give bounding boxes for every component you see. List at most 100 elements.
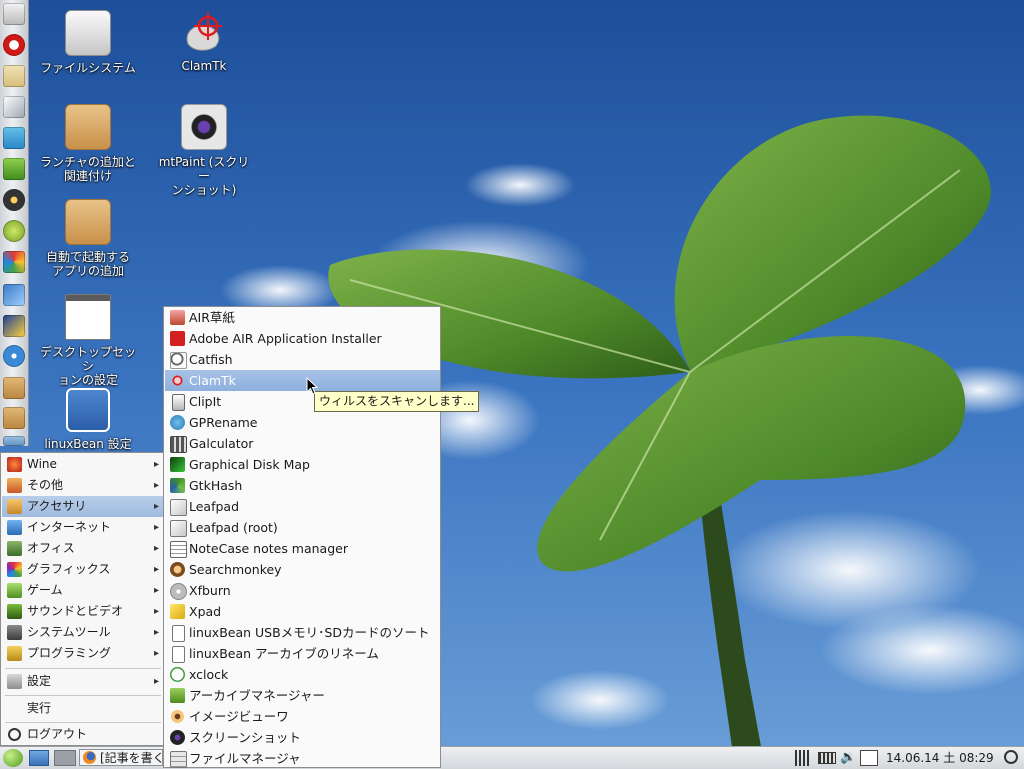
power-icon — [8, 728, 21, 741]
desktop-icon-clamtk[interactable]: ClamTk — [154, 10, 254, 73]
menu-item-run[interactable]: 実行 — [2, 698, 163, 719]
submenu-item-gprename[interactable]: GPRename — [165, 412, 440, 433]
chevron-right-icon: ▸ — [153, 585, 159, 596]
mail-icon[interactable] — [3, 65, 25, 87]
desktop-icon-mtpaint[interactable]: mtPaint (スクリー ンショット) — [154, 104, 254, 197]
submenu-item-gtkhash[interactable]: GtkHash — [165, 475, 440, 496]
menu-item-office[interactable]: オフィス ▸ — [2, 538, 163, 559]
search-icon[interactable] — [1004, 750, 1018, 764]
submenu-item-galculator[interactable]: Galculator — [165, 433, 440, 454]
paint-palette-icon[interactable] — [3, 251, 25, 273]
package-install-icon[interactable] — [3, 407, 25, 429]
graphics-icon — [7, 562, 22, 577]
sound-video-icon — [7, 604, 22, 619]
menu-separator — [5, 722, 161, 723]
wine-icon — [7, 457, 22, 472]
notes-icon[interactable] — [860, 750, 878, 766]
camera-lens-icon — [170, 730, 185, 745]
opera-browser-icon[interactable] — [3, 34, 25, 56]
eye-icon — [170, 709, 185, 724]
menu-item-accessories[interactable]: アクセサリ ▸ — [2, 496, 163, 517]
camera-icon[interactable] — [3, 189, 25, 211]
chevron-right-icon: ▸ — [153, 564, 159, 575]
bean-menu-icon[interactable] — [3, 749, 23, 767]
desktop-icon-autostart[interactable]: 自動で起動する アプリの追加 — [38, 199, 138, 278]
clamtk-icon — [186, 12, 222, 51]
office-icon — [7, 541, 22, 556]
submenu-item-xfburn[interactable]: Xfburn — [165, 580, 440, 601]
submenu-item-graphical-disk-map[interactable]: Graphical Disk Map — [165, 454, 440, 475]
desktop-icon-label: mtPaint (スクリー ンショット) — [158, 155, 250, 197]
menu-item-other[interactable]: その他 ▸ — [2, 475, 163, 496]
desktop-icon-session-settings[interactable]: デスクトップセッシ ョンの設定 — [38, 294, 138, 387]
submenu-item-notecase[interactable]: NoteCase notes manager — [165, 538, 440, 559]
internet-icon — [7, 520, 22, 535]
submenu-item-adobe-air-installer[interactable]: Adobe AIR Application Installer — [165, 328, 440, 349]
submenu-item-clamtk[interactable]: ClamTk — [165, 370, 440, 391]
show-desktop-icon[interactable] — [29, 750, 49, 766]
submenu-item-usb-sd-sort[interactable]: linuxBean USBメモリ･SDカードのソート — [165, 622, 440, 643]
image-viewer-icon[interactable] — [3, 284, 25, 306]
clamtk-icon — [170, 373, 185, 388]
menu-item-logout[interactable]: ログアウト — [2, 724, 163, 745]
submenu-item-searchmonkey[interactable]: Searchmonkey — [165, 559, 440, 580]
submenu-item-file-manager[interactable]: ファイルマネージャ — [165, 748, 440, 769]
chevron-right-icon: ▸ — [153, 676, 159, 687]
disc-icon — [170, 583, 187, 600]
gprename-icon — [170, 415, 185, 430]
lightning-icon[interactable] — [3, 315, 25, 337]
application-dock — [0, 0, 29, 446]
desktop-icon-label: ClamTk — [181, 59, 227, 73]
chevron-right-icon: ▸ — [153, 606, 159, 617]
menu-item-wine[interactable]: Wine ▸ — [2, 454, 163, 475]
file-manager-icon[interactable] — [3, 3, 25, 25]
adobe-air-icon — [170, 331, 185, 346]
bug-icon[interactable] — [3, 220, 25, 242]
desktop-icon-launcher-settings[interactable]: ランチャの追加と 関連付け — [38, 104, 138, 183]
chevron-right-icon: ▸ — [153, 543, 159, 554]
desktop-icon-filesystem[interactable]: ファイルシステム — [38, 10, 138, 75]
menu-item-system-tools[interactable]: システムツール ▸ — [2, 622, 163, 643]
submenu-item-archive-manager[interactable]: アーカイブマネージャー — [165, 685, 440, 706]
other-icon — [7, 478, 22, 493]
wireless-icon[interactable] — [3, 345, 25, 367]
package-icon[interactable] — [3, 377, 25, 399]
system-tools-icon — [7, 625, 22, 640]
workspace-switcher[interactable] — [54, 750, 76, 766]
submenu-item-image-viewer[interactable]: イメージビューワ — [165, 706, 440, 727]
chevron-right-icon: ▸ — [153, 627, 159, 638]
menu-item-programming[interactable]: プログラミング ▸ — [2, 643, 163, 664]
network-signal-icon[interactable] — [795, 750, 809, 766]
menu-item-settings[interactable]: 設定 ▸ — [2, 671, 163, 692]
menu-item-graphics[interactable]: グラフィックス ▸ — [2, 559, 163, 580]
menu-item-sound-video[interactable]: サウンドとビデオ ▸ — [2, 601, 163, 622]
submenu-item-air-soushi[interactable]: AIR草紙 — [165, 307, 440, 328]
taskbar: [記事を書く 🔉 14.06.14 土 08:29 — [0, 746, 1024, 769]
volume-icon[interactable]: 🔉 — [840, 750, 856, 766]
menu-item-games[interactable]: ゲーム ▸ — [2, 580, 163, 601]
accessories-submenu: AIR草紙 Adobe AIR Application Installer Ca… — [163, 306, 441, 768]
air-soushi-icon — [170, 310, 185, 325]
text-editor-icon[interactable] — [3, 96, 25, 118]
submenu-item-archive-rename[interactable]: linuxBean アーカイブのリネーム — [165, 643, 440, 664]
submenu-item-xpad[interactable]: Xpad — [165, 601, 440, 622]
mouse-cursor-icon — [306, 377, 318, 395]
keyboard-icon[interactable] — [818, 752, 836, 764]
desktop-icon-label: ファイルシステム — [40, 61, 136, 75]
green-app-icon[interactable] — [3, 158, 25, 180]
chevron-right-icon: ▸ — [153, 459, 159, 470]
submenu-item-screenshot[interactable]: スクリーンショット — [165, 727, 440, 748]
notepad-icon — [170, 520, 187, 537]
menu-item-internet[interactable]: インターネット ▸ — [2, 517, 163, 538]
clock[interactable]: 14.06.14 土 08:29 — [886, 747, 994, 769]
document-icon — [172, 625, 185, 642]
task-button-browser[interactable]: [記事を書く — [79, 749, 163, 766]
submenu-item-xclock[interactable]: xclock — [165, 664, 440, 685]
desktop-icon-linuxbean-settings[interactable]: linuxBean 設定 — [38, 388, 138, 451]
submenu-item-leafpad-root[interactable]: Leafpad (root) — [165, 517, 440, 538]
submenu-item-catfish[interactable]: Catfish — [165, 349, 440, 370]
basket-icon[interactable] — [3, 436, 25, 446]
network-share-icon[interactable] — [3, 127, 25, 149]
window-icon — [65, 294, 111, 340]
submenu-item-leafpad[interactable]: Leafpad — [165, 496, 440, 517]
